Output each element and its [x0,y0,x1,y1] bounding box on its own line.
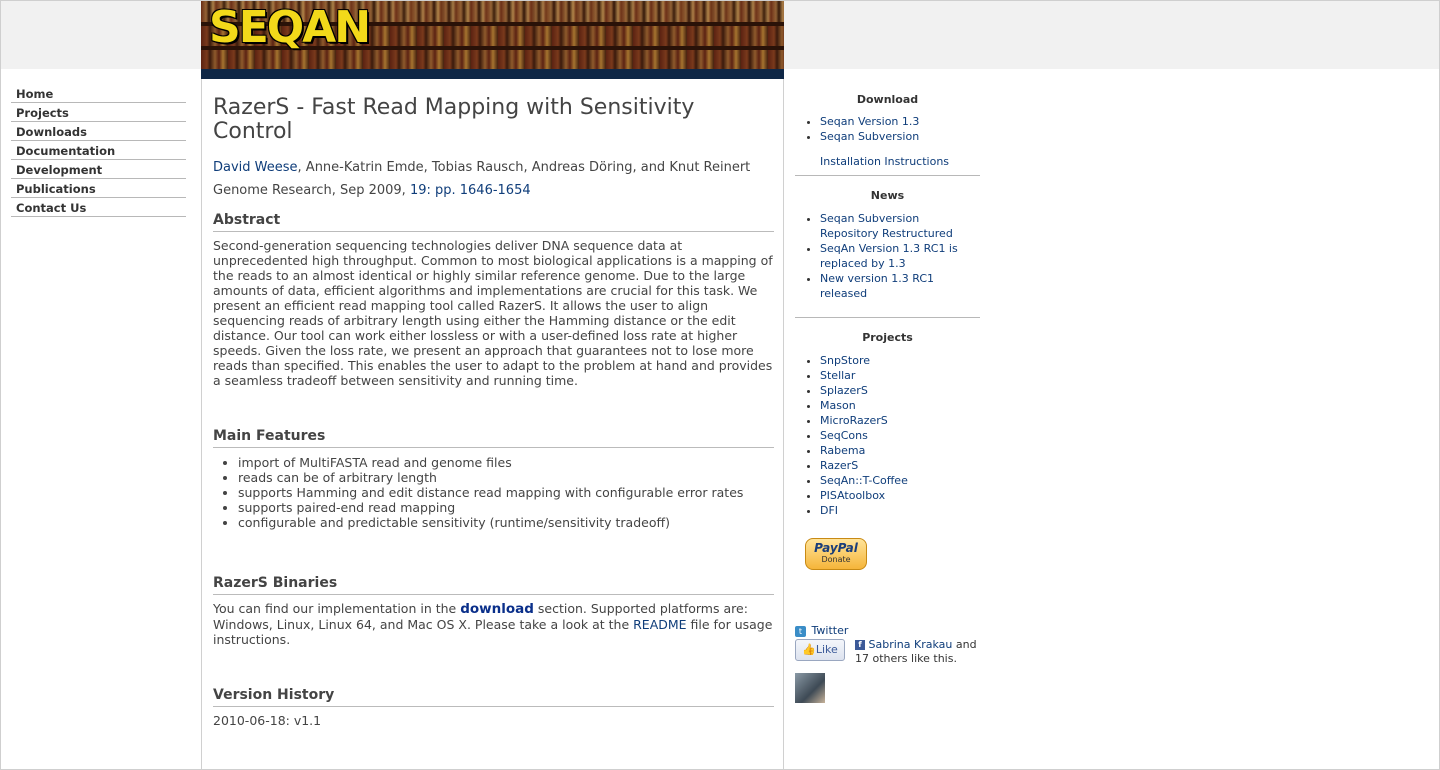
banner-stripe [201,69,784,79]
project-link[interactable]: PISAtoolbox [820,489,885,502]
projects-list: SnpStore Stellar SplazerS Mason MicroRaz… [795,353,980,518]
feature-item: supports Hamming and edit distance read … [238,485,774,500]
feature-item: import of MultiFASTA read and genome fil… [238,455,774,470]
project-item[interactable]: Mason [820,398,980,413]
project-link[interactable]: DFI [820,504,838,517]
paypal-donate-button[interactable]: PayPal Donate [805,538,867,570]
readme-link[interactable]: README [633,617,686,632]
history-item: 2010-06-18: v1.1 [213,713,322,728]
feature-item: supports paired-end read mapping [238,500,774,515]
news-item[interactable]: SeqAn Version 1.3 RC1 is replaced by 1.3 [820,241,970,271]
download-list: Seqan Version 1.3 Seqan Subversion [795,114,980,144]
project-link[interactable]: SplazerS [820,384,868,397]
download-version-link[interactable]: Seqan Version 1.3 [820,115,919,128]
nav-item-documentation[interactable]: Documentation [11,141,186,160]
project-link[interactable]: RazerS [820,459,858,472]
project-link[interactable]: SeqAn::T-Coffee [820,474,908,487]
pages-link[interactable]: 19: pp. 1646-1654 [410,183,531,198]
nav-item-downloads[interactable]: Downloads [11,122,186,141]
binaries-text-pre: You can find our implementation in the [213,601,461,616]
left-navigation: Home Projects Downloads Documentation De… [11,84,186,217]
project-item[interactable]: SplazerS [820,383,980,398]
nav-link-downloads[interactable]: Downloads [16,125,87,139]
news-link[interactable]: New version 1.3 RC1 released [820,272,934,300]
feature-item: configurable and predictable sensitivity… [238,515,774,530]
like-label: Like [815,643,838,656]
page-title: RazerS - Fast Read Mapping with Sensitiv… [213,95,695,144]
citation: David Weese, Anne-Katrin Emde, Tobias Ra… [213,156,774,202]
nav-link-contact[interactable]: Contact Us [16,201,86,215]
project-item[interactable]: SeqCons [820,428,980,443]
seqan-logo[interactable]: SEQAN [209,2,371,53]
nav-item-development[interactable]: Development [11,160,186,179]
project-item[interactable]: DFI [820,503,980,518]
features-list: import of MultiFASTA read and genome fil… [213,455,774,530]
project-item[interactable]: PISAtoolbox [820,488,980,503]
install-row: Installation Instructions [795,154,980,169]
project-link[interactable]: Rabema [820,444,865,457]
project-link[interactable]: SnpStore [820,354,870,367]
paypal-label: PayPal [814,541,858,555]
avatar[interactable] [795,673,825,703]
nav-item-publications[interactable]: Publications [11,179,186,198]
project-link[interactable]: MicroRazerS [820,414,888,427]
project-link[interactable]: SeqCons [820,429,868,442]
project-link[interactable]: Stellar [820,369,855,382]
download-item[interactable]: Seqan Version 1.3 [820,114,980,129]
site-banner[interactable]: SEQAN [201,0,784,79]
sidebar-news-heading: News [870,189,905,202]
news-item[interactable]: Seqan Subversion Repository Restructured [820,211,970,241]
binaries-text: You can find our implementation in the d… [213,601,774,647]
twitter-icon: t [795,625,806,637]
sidebar-divider [795,175,980,176]
nav-item-home[interactable]: Home [11,84,186,103]
project-item[interactable]: Rabema [820,443,980,458]
installation-link[interactable]: Installation Instructions [820,155,949,168]
facebook-like-button[interactable]: 👍Like [795,639,845,661]
author-list: , Anne-Katrin Emde, Tobias Rausch, Andre… [297,160,751,175]
donate-label: Donate [821,555,851,564]
right-sidebar: Download Seqan Version 1.3 Seqan Subvers… [795,79,980,703]
history-heading: Version History [213,686,774,707]
twitter-link[interactable]: Twitter [812,624,849,637]
nav-link-documentation[interactable]: Documentation [16,144,115,158]
nav-item-contact[interactable]: Contact Us [11,198,186,217]
project-item[interactable]: SnpStore [820,353,980,368]
sidebar-download-heading: Download [856,93,919,106]
abstract-heading: Abstract [213,211,774,232]
author-link[interactable]: David Weese [213,160,298,175]
thumbs-up-icon: 👍 [802,643,816,656]
project-item[interactable]: Stellar [820,368,980,383]
nav-link-publications[interactable]: Publications [16,182,96,196]
download-subversion-link[interactable]: Seqan Subversion [820,130,919,143]
facebook-icon: f [855,640,865,650]
nav-link-home[interactable]: Home [16,87,53,101]
nav-link-projects[interactable]: Projects [16,106,69,120]
abstract-text: Second-generation sequencing technologie… [213,238,773,388]
main-content: RazerS - Fast Read Mapping with Sensitiv… [201,79,784,770]
liker-link[interactable]: Sabrina Krakau [869,638,953,651]
news-link[interactable]: Seqan Subversion Repository Restructured [820,212,953,240]
sidebar-divider [795,317,980,318]
project-link[interactable]: Mason [820,399,856,412]
twitter-row[interactable]: t Twitter [795,624,848,637]
project-item[interactable]: SeqAn::T-Coffee [820,473,980,488]
binaries-heading: RazerS Binaries [213,574,774,595]
feature-item: reads can be of arbitrary length [238,470,774,485]
journal-info: Genome Research, Sep 2009, [213,183,410,198]
features-heading: Main Features [213,427,774,448]
nav-item-projects[interactable]: Projects [11,103,186,122]
news-link[interactable]: SeqAn Version 1.3 RC1 is replaced by 1.3 [820,242,958,270]
project-item[interactable]: MicroRazerS [820,413,980,428]
nav-link-development[interactable]: Development [16,163,102,177]
news-list: Seqan Subversion Repository Restructured… [795,211,970,301]
news-item[interactable]: New version 1.3 RC1 released [820,271,970,301]
sidebar-projects-heading: Projects [862,331,913,344]
download-item[interactable]: Seqan Subversion [820,129,980,144]
download-link[interactable]: download [460,601,534,617]
project-item[interactable]: RazerS [820,458,980,473]
like-summary: f Sabrina Krakau and 17 others like this… [855,638,980,666]
